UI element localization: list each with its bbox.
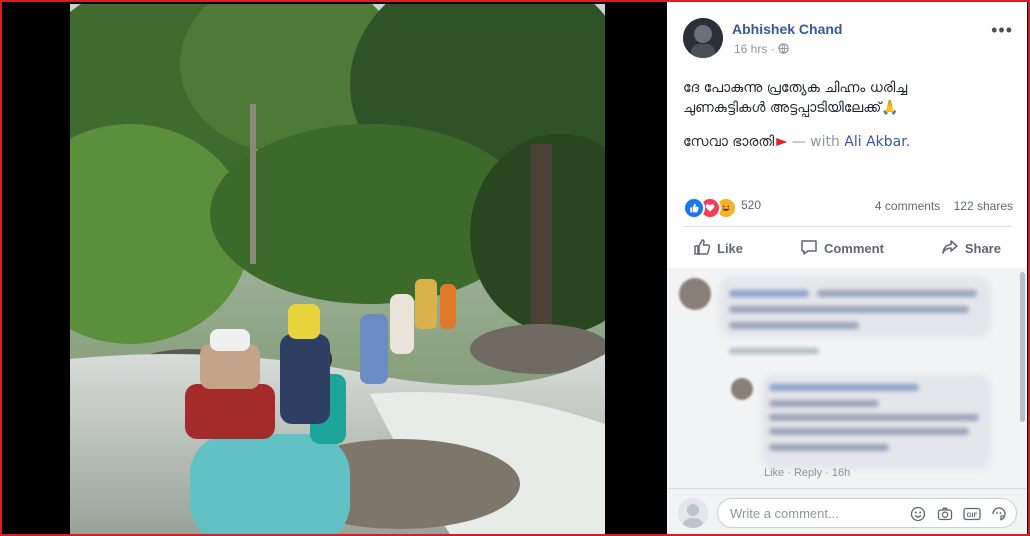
- blurred-comment-text: [729, 322, 859, 329]
- blurred-comment-text: [817, 290, 977, 297]
- engagement-stats: 4 comments 122 shares: [865, 199, 1013, 213]
- with-text: — with: [791, 134, 840, 150]
- blurred-reply-text: [769, 444, 889, 451]
- post-actions: Like Comment Share: [683, 232, 1011, 264]
- current-user-avatar: [678, 498, 708, 528]
- photo-viewer: [2, 2, 667, 534]
- share-button[interactable]: Share: [931, 232, 1011, 264]
- comment-button[interactable]: Comment: [790, 232, 894, 264]
- blurred-comment-meta: [729, 348, 819, 354]
- author-avatar[interactable]: [683, 18, 723, 58]
- folded-hands-emoji: 🙏: [881, 100, 899, 116]
- post-text: ദേ പോകുന്നു പ്രത്യേക ചിഹ്നം ധരിച്ച ചുണകു…: [683, 78, 1013, 166]
- comments-section: Like · Reply · 16h: [667, 268, 1027, 488]
- post-paragraph-2: സേവാ ഭാരതി — with Ali Akbar.: [683, 132, 1013, 152]
- shares-count-link[interactable]: 122 shares: [954, 199, 1013, 213]
- camera-icon[interactable]: [936, 505, 954, 523]
- blurred-reply-text: [769, 414, 979, 421]
- post-photo[interactable]: [70, 4, 605, 534]
- commenter-avatar[interactable]: [679, 278, 711, 310]
- share-arrow-icon: [941, 238, 959, 259]
- post-line-3: സേവാ ഭാരതി: [683, 134, 775, 150]
- post-header: Abhishek Chand 16 hrs · •••: [683, 18, 1013, 62]
- thumbs-up-icon: [693, 238, 711, 259]
- share-label: Share: [964, 240, 1001, 256]
- divider: [683, 226, 1011, 227]
- reply-avatar[interactable]: [731, 378, 753, 400]
- blurred-reply-text: [769, 400, 879, 407]
- comment-placeholder: Write a comment...: [730, 506, 839, 521]
- reactions-bar: 520 4 comments 122 shares: [683, 195, 1013, 219]
- blurred-comment-text: [729, 306, 969, 313]
- post-line-1: ദേ പോകുന്നു പ്രത്യേക ചിഹ്നം ധരിച്ച: [683, 80, 908, 96]
- sticker-icon[interactable]: [990, 505, 1008, 523]
- reply-meta[interactable]: Like · Reply · 16h: [764, 467, 850, 479]
- composer-tools: GIF: [909, 505, 1008, 523]
- comments-scrollbar[interactable]: [1020, 272, 1025, 422]
- post-line-2: ചുണകുട്ടികൾ അട്ടപ്പാടിയിലേക്ക്: [683, 100, 882, 116]
- like-button[interactable]: Like: [683, 232, 753, 264]
- red-flag-icon: [776, 138, 788, 146]
- speech-bubble-icon: [800, 238, 818, 259]
- more-options-icon[interactable]: •••: [991, 20, 1013, 41]
- globe-icon[interactable]: [778, 42, 789, 56]
- comment-label: Comment: [823, 240, 884, 256]
- separator-dot: ·: [770, 42, 779, 56]
- author-name[interactable]: Abhishek Chand: [732, 21, 842, 37]
- comments-count-link[interactable]: 4 comments: [875, 199, 940, 213]
- like-reaction-icon[interactable]: [683, 197, 705, 219]
- post-paragraph-1: ദേ പോകുന്നു പ്രത്യേക ചിഹ്നം ധരിച്ച ചുണകു…: [683, 78, 1013, 118]
- like-label: Like: [717, 240, 744, 256]
- post-time[interactable]: 16 hrs: [734, 42, 767, 56]
- comment-composer: Write a comment... GIF: [667, 488, 1027, 534]
- blurred-reply-author: [769, 384, 919, 391]
- gif-icon[interactable]: GIF: [963, 505, 981, 523]
- post-side-panel: Abhishek Chand 16 hrs · ••• ദേ പോകുന്നു …: [667, 2, 1027, 534]
- post-meta: 16 hrs ·: [734, 42, 789, 56]
- reaction-count[interactable]: 520: [741, 198, 761, 212]
- tagged-person-link[interactable]: Ali Akbar.: [844, 134, 910, 150]
- svg-text:GIF: GIF: [967, 512, 978, 519]
- blurred-comment-author: [729, 290, 809, 297]
- emoji-icon[interactable]: [909, 505, 927, 523]
- comment-input[interactable]: Write a comment... GIF: [717, 498, 1017, 528]
- blurred-reply-text: [769, 428, 969, 435]
